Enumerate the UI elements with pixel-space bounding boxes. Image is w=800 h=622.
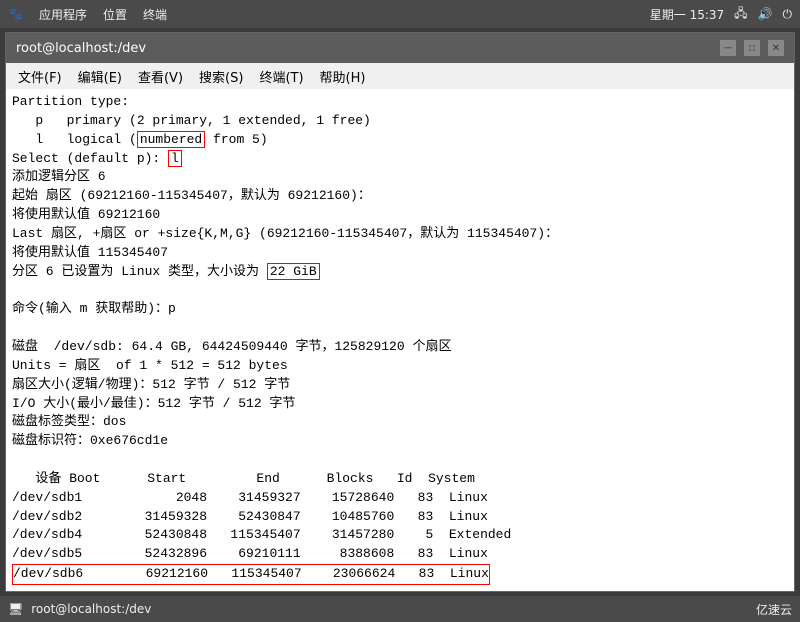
status-user: root@localhost:/dev (31, 602, 151, 616)
line-17: 磁盘标签类型：dos (12, 413, 788, 432)
line-3: Select (default p): l (12, 150, 788, 169)
line-13: 磁盘 /dev/sdb: 64.4 GB, 64424509440 字节，125… (12, 338, 788, 357)
title-bar: root@localhost:/dev ─ □ ✕ (6, 33, 794, 63)
line-7: Last 扇区, +扇区 or +size{K,M,G} (69212160-1… (12, 225, 788, 244)
system-bar: 🐾 应用程序 位置 终端 星期一 15:37 🖧 🔊 ⏻ (0, 0, 800, 28)
menu-edit[interactable]: 编辑(E) (72, 65, 128, 88)
position-menu[interactable]: 位置 (103, 6, 127, 23)
datetime: 星期一 15:37 (650, 6, 724, 23)
line-8: 将使用默认值 115345407 (12, 244, 788, 263)
row-sdb1: /dev/sdb1 2048 31459327 15728640 83 Linu… (12, 489, 788, 508)
gib-highlight: 22 GiB (267, 263, 320, 280)
line-5: 起始 扇区 (69212160-115345407，默认为 69212160)： (12, 187, 788, 206)
line-0: Partition type: (12, 93, 788, 112)
row-sdb6: /dev/sdb6 69212160 115345407 23066624 83… (12, 564, 490, 585)
close-button[interactable]: ✕ (768, 40, 784, 56)
line-19 (12, 451, 788, 470)
title-bar-buttons: ─ □ ✕ (720, 40, 784, 56)
table-header: 设备 Boot Start End Blocks Id System (12, 470, 788, 489)
window-title: root@localhost:/dev (16, 41, 146, 56)
select-l-highlight: l (168, 150, 182, 167)
menu-terminal[interactable]: 终端(T) (253, 65, 309, 88)
line-1: p primary (2 primary, 1 extended, 1 free… (12, 112, 788, 131)
line-2: l logical (numbered from 5) (12, 131, 788, 150)
line-11: 命令(输入 m 获取帮助)：p (12, 300, 788, 319)
line-16: I/O 大小(最小/最佳)：512 字节 / 512 字节 (12, 395, 788, 414)
line-15: 扇区大小(逻辑/物理)：512 字节 / 512 字节 (12, 376, 788, 395)
apps-menu[interactable]: 应用程序 (39, 6, 87, 23)
brand-logo: 亿速云 (756, 601, 792, 618)
line-14: Units = 扇区 of 1 * 512 = 512 bytes (12, 357, 788, 376)
status-right: 亿速云 (756, 601, 792, 618)
row-sdb2: /dev/sdb2 31459328 52430847 10485760 83 … (12, 508, 788, 527)
line-6: 将使用默认值 69212160 (12, 206, 788, 225)
power-icon[interactable]: ⏻ (783, 7, 793, 22)
network-icon: 🖧 (734, 4, 747, 25)
system-bar-right: 星期一 15:37 🖧 🔊 ⏻ (650, 4, 792, 25)
menu-file[interactable]: 文件(F) (12, 65, 68, 88)
volume-icon: 🔊 (758, 7, 773, 21)
line-4: 添加逻辑分区 6 (12, 168, 788, 187)
numbered-highlight: numbered (137, 131, 205, 148)
app-icon: 🐾 (8, 7, 23, 21)
line-12 (12, 319, 788, 338)
menu-bar: 文件(F) 编辑(E) 查看(V) 搜索(S) 终端(T) 帮助(H) (6, 63, 794, 89)
row-sdb4: /dev/sdb4 52430848 115345407 31457280 5 … (12, 526, 788, 545)
status-left: 🖥 root@localhost:/dev (8, 602, 151, 616)
menu-search[interactable]: 搜索(S) (193, 65, 249, 88)
line-9: 分区 6 已设置为 Linux 类型，大小设为 22 GiB (12, 263, 788, 282)
terminal-menu[interactable]: 终端 (143, 6, 167, 23)
menu-help[interactable]: 帮助(H) (314, 65, 372, 88)
terminal-window: root@localhost:/dev ─ □ ✕ 文件(F) 编辑(E) 查看… (5, 32, 795, 592)
line-18: 磁盘标识符：0xe676cd1e (12, 432, 788, 451)
menu-view[interactable]: 查看(V) (132, 65, 189, 88)
row-sdb5: /dev/sdb5 52432896 69210111 8388608 83 L… (12, 545, 788, 564)
line-10 (12, 281, 788, 300)
maximize-button[interactable]: □ (744, 40, 760, 56)
terminal-icon: 🖥 (8, 602, 23, 616)
terminal-output: Partition type: p primary (2 primary, 1 … (6, 89, 794, 591)
system-bar-left: 🐾 应用程序 位置 终端 (8, 6, 167, 23)
minimize-button[interactable]: ─ (720, 40, 736, 56)
